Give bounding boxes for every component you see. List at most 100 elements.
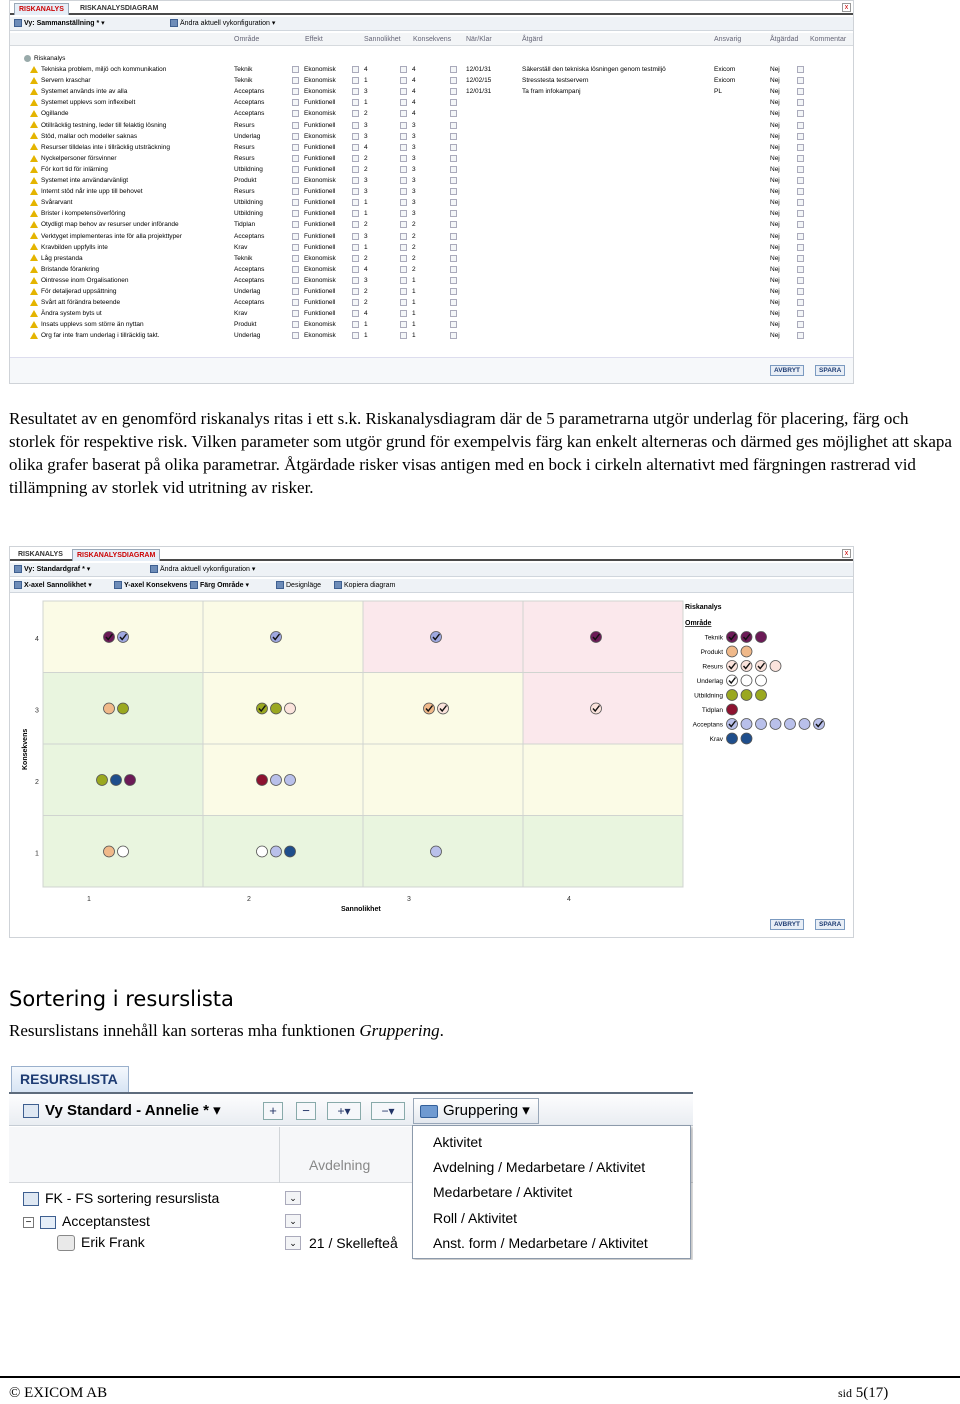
risk-done[interactable]: Nej bbox=[770, 97, 780, 108]
risk-consequence[interactable]: 3 bbox=[412, 153, 416, 164]
dropdown-arrow-icon[interactable] bbox=[450, 221, 457, 229]
risk-area[interactable]: Acceptans bbox=[234, 231, 264, 242]
dropdown-arrow-icon[interactable] bbox=[450, 188, 457, 196]
risk-effect[interactable]: Funktionell bbox=[304, 97, 335, 108]
x-axis-selector[interactable]: X-axel Sannolikhet ▾ bbox=[14, 579, 92, 593]
risk-area[interactable]: Utbildning bbox=[234, 208, 263, 219]
dropdown-arrow-icon[interactable] bbox=[292, 288, 299, 295]
risk-effect[interactable]: Funktionell bbox=[304, 142, 335, 153]
dropdown-arrow-icon[interactable] bbox=[450, 143, 457, 151]
col-konsekvens[interactable]: Konsekvens bbox=[413, 33, 451, 46]
view-selector[interactable]: Vy Standard - Annelie * ▾ bbox=[23, 1101, 223, 1121]
risk-probability[interactable]: 3 bbox=[364, 175, 368, 186]
dropdown-arrow-icon[interactable] bbox=[797, 321, 804, 329]
dropdown-arrow-icon[interactable] bbox=[352, 310, 359, 318]
dropdown-arrow-icon[interactable] bbox=[797, 88, 804, 96]
dropdown-arrow-icon[interactable] bbox=[450, 199, 457, 207]
dropdown-arrow-icon[interactable] bbox=[450, 232, 457, 240]
risk-done[interactable]: Nej bbox=[770, 75, 780, 86]
dropdown-arrow-icon[interactable] bbox=[352, 254, 359, 262]
dropdown-arrow-icon[interactable] bbox=[292, 276, 299, 284]
dropdown-arrow-icon[interactable] bbox=[400, 88, 407, 96]
dropdown-arrow-icon[interactable] bbox=[450, 299, 457, 307]
risk-consequence[interactable]: 3 bbox=[412, 142, 416, 153]
dropdown-arrow-icon[interactable] bbox=[292, 188, 299, 196]
dropdown-arrow-icon[interactable] bbox=[292, 321, 299, 329]
risk-effect[interactable]: Ekonomisk bbox=[304, 108, 336, 119]
risk-probability[interactable]: 1 bbox=[364, 319, 368, 330]
dropdown-arrow-icon[interactable] bbox=[797, 232, 804, 240]
dropdown-arrow-icon[interactable] bbox=[292, 232, 299, 240]
dropdown-arrow-icon[interactable] bbox=[352, 154, 359, 162]
risk-consequence[interactable]: 1 bbox=[412, 308, 416, 319]
risk-consequence[interactable]: 4 bbox=[412, 108, 416, 119]
risk-area[interactable]: Teknik bbox=[234, 75, 252, 86]
risk-probability[interactable]: 1 bbox=[364, 208, 368, 219]
risk-probability[interactable]: 2 bbox=[364, 108, 368, 119]
dropdown-arrow-icon[interactable] bbox=[352, 221, 359, 229]
dropdown-arrow-icon[interactable] bbox=[797, 154, 804, 162]
risk-done[interactable]: Nej bbox=[770, 64, 780, 75]
risk-effect[interactable]: Funktionell bbox=[304, 208, 335, 219]
risk-consequence[interactable]: 3 bbox=[412, 197, 416, 208]
risk-name[interactable]: Brister i kompetensöverföring bbox=[30, 208, 126, 219]
dropdown-arrow-icon[interactable] bbox=[797, 177, 804, 184]
risk-effect[interactable]: Ekonomisk bbox=[304, 131, 336, 142]
risk-area[interactable]: Resurs bbox=[234, 153, 255, 164]
risk-area[interactable]: Acceptans bbox=[234, 86, 264, 97]
dropdown-arrow-icon[interactable] bbox=[400, 288, 407, 295]
dropdown-arrow-icon[interactable] bbox=[352, 299, 359, 307]
risk-probability[interactable]: 2 bbox=[364, 219, 368, 230]
dropdown-arrow-icon[interactable] bbox=[450, 77, 457, 85]
change-view-button[interactable]: Ändra aktuell vykonfiguration ▾ bbox=[170, 17, 275, 31]
risk-done[interactable]: Nej bbox=[770, 330, 780, 341]
menu-item-anst-form[interactable]: Anst. form / Medarbetare / Aktivitet bbox=[433, 1235, 648, 1251]
risk-effect[interactable]: Funktionell bbox=[304, 286, 335, 297]
dropdown-arrow-icon[interactable] bbox=[450, 132, 457, 140]
dropdown-arrow-icon[interactable] bbox=[352, 210, 359, 218]
group-row[interactable]: FK - FS sortering resurslista bbox=[23, 1190, 219, 1207]
dropdown-arrow-icon[interactable] bbox=[292, 243, 299, 251]
dropdown-arrow-icon[interactable] bbox=[400, 188, 407, 196]
risk-area[interactable]: Acceptans bbox=[234, 275, 264, 286]
dropdown-arrow-icon[interactable] bbox=[400, 110, 407, 118]
risk-effect[interactable]: Ekonomisk bbox=[304, 264, 336, 275]
risk-done[interactable]: Nej bbox=[770, 164, 780, 175]
risk-effect[interactable]: Funktionell bbox=[304, 120, 335, 131]
dropdown-arrow-icon[interactable] bbox=[352, 177, 359, 184]
dropdown-arrow-icon[interactable] bbox=[450, 66, 457, 73]
risk-done[interactable]: Nej bbox=[770, 264, 780, 275]
risk-effect[interactable]: Funktionell bbox=[304, 153, 335, 164]
risk-name[interactable]: Resurser tilldelas inte i tillräcklig ut… bbox=[30, 142, 170, 153]
y-axis-selector[interactable]: Y-axel Konsekvens ▾ bbox=[114, 579, 193, 593]
close-icon[interactable]: x bbox=[842, 3, 851, 12]
risk-done[interactable]: Nej bbox=[770, 308, 780, 319]
risk-consequence[interactable]: 2 bbox=[412, 231, 416, 242]
dropdown-arrow-icon[interactable] bbox=[352, 77, 359, 85]
menu-item-avdelning[interactable]: Avdelning / Medarbetare / Aktivitet bbox=[433, 1159, 645, 1175]
expand-menu-button[interactable]: +▾ bbox=[327, 1102, 361, 1120]
collapse-chevron-icon[interactable]: ⌄ bbox=[285, 1191, 301, 1205]
risk-consequence[interactable]: 1 bbox=[412, 286, 416, 297]
risk-done[interactable]: Nej bbox=[770, 86, 780, 97]
dropdown-arrow-icon[interactable] bbox=[400, 177, 407, 184]
risk-name[interactable]: För kort tid för inlärning bbox=[30, 164, 108, 175]
cancel-button[interactable]: AVBRYT bbox=[770, 919, 804, 930]
risk-name[interactable]: Bristande förankring bbox=[30, 264, 99, 275]
dropdown-arrow-icon[interactable] bbox=[400, 276, 407, 284]
remove-row-button[interactable]: − bbox=[296, 1102, 316, 1120]
dropdown-arrow-icon[interactable] bbox=[797, 66, 804, 73]
color-selector[interactable]: Färg Område ▾ bbox=[190, 579, 249, 593]
risk-effect[interactable]: Ekonomisk bbox=[304, 64, 336, 75]
risk-consequence[interactable]: 2 bbox=[412, 219, 416, 230]
dropdown-arrow-icon[interactable] bbox=[400, 265, 407, 273]
risk-effect[interactable]: Ekonomisk bbox=[304, 75, 336, 86]
grouping-button[interactable]: Gruppering ▾ bbox=[413, 1098, 539, 1124]
risk-name[interactable]: Internt stöd når inte upp till behovet bbox=[30, 186, 143, 197]
risk-probability[interactable]: 3 bbox=[364, 231, 368, 242]
dropdown-arrow-icon[interactable] bbox=[400, 210, 407, 218]
risk-probability[interactable]: 3 bbox=[364, 186, 368, 197]
tab-riskanalys[interactable]: RISKANALYS bbox=[14, 549, 67, 561]
tab-riskanalysdiagram[interactable]: RISKANALYSDIAGRAM bbox=[72, 549, 161, 561]
risk-done[interactable]: Nej bbox=[770, 153, 780, 164]
